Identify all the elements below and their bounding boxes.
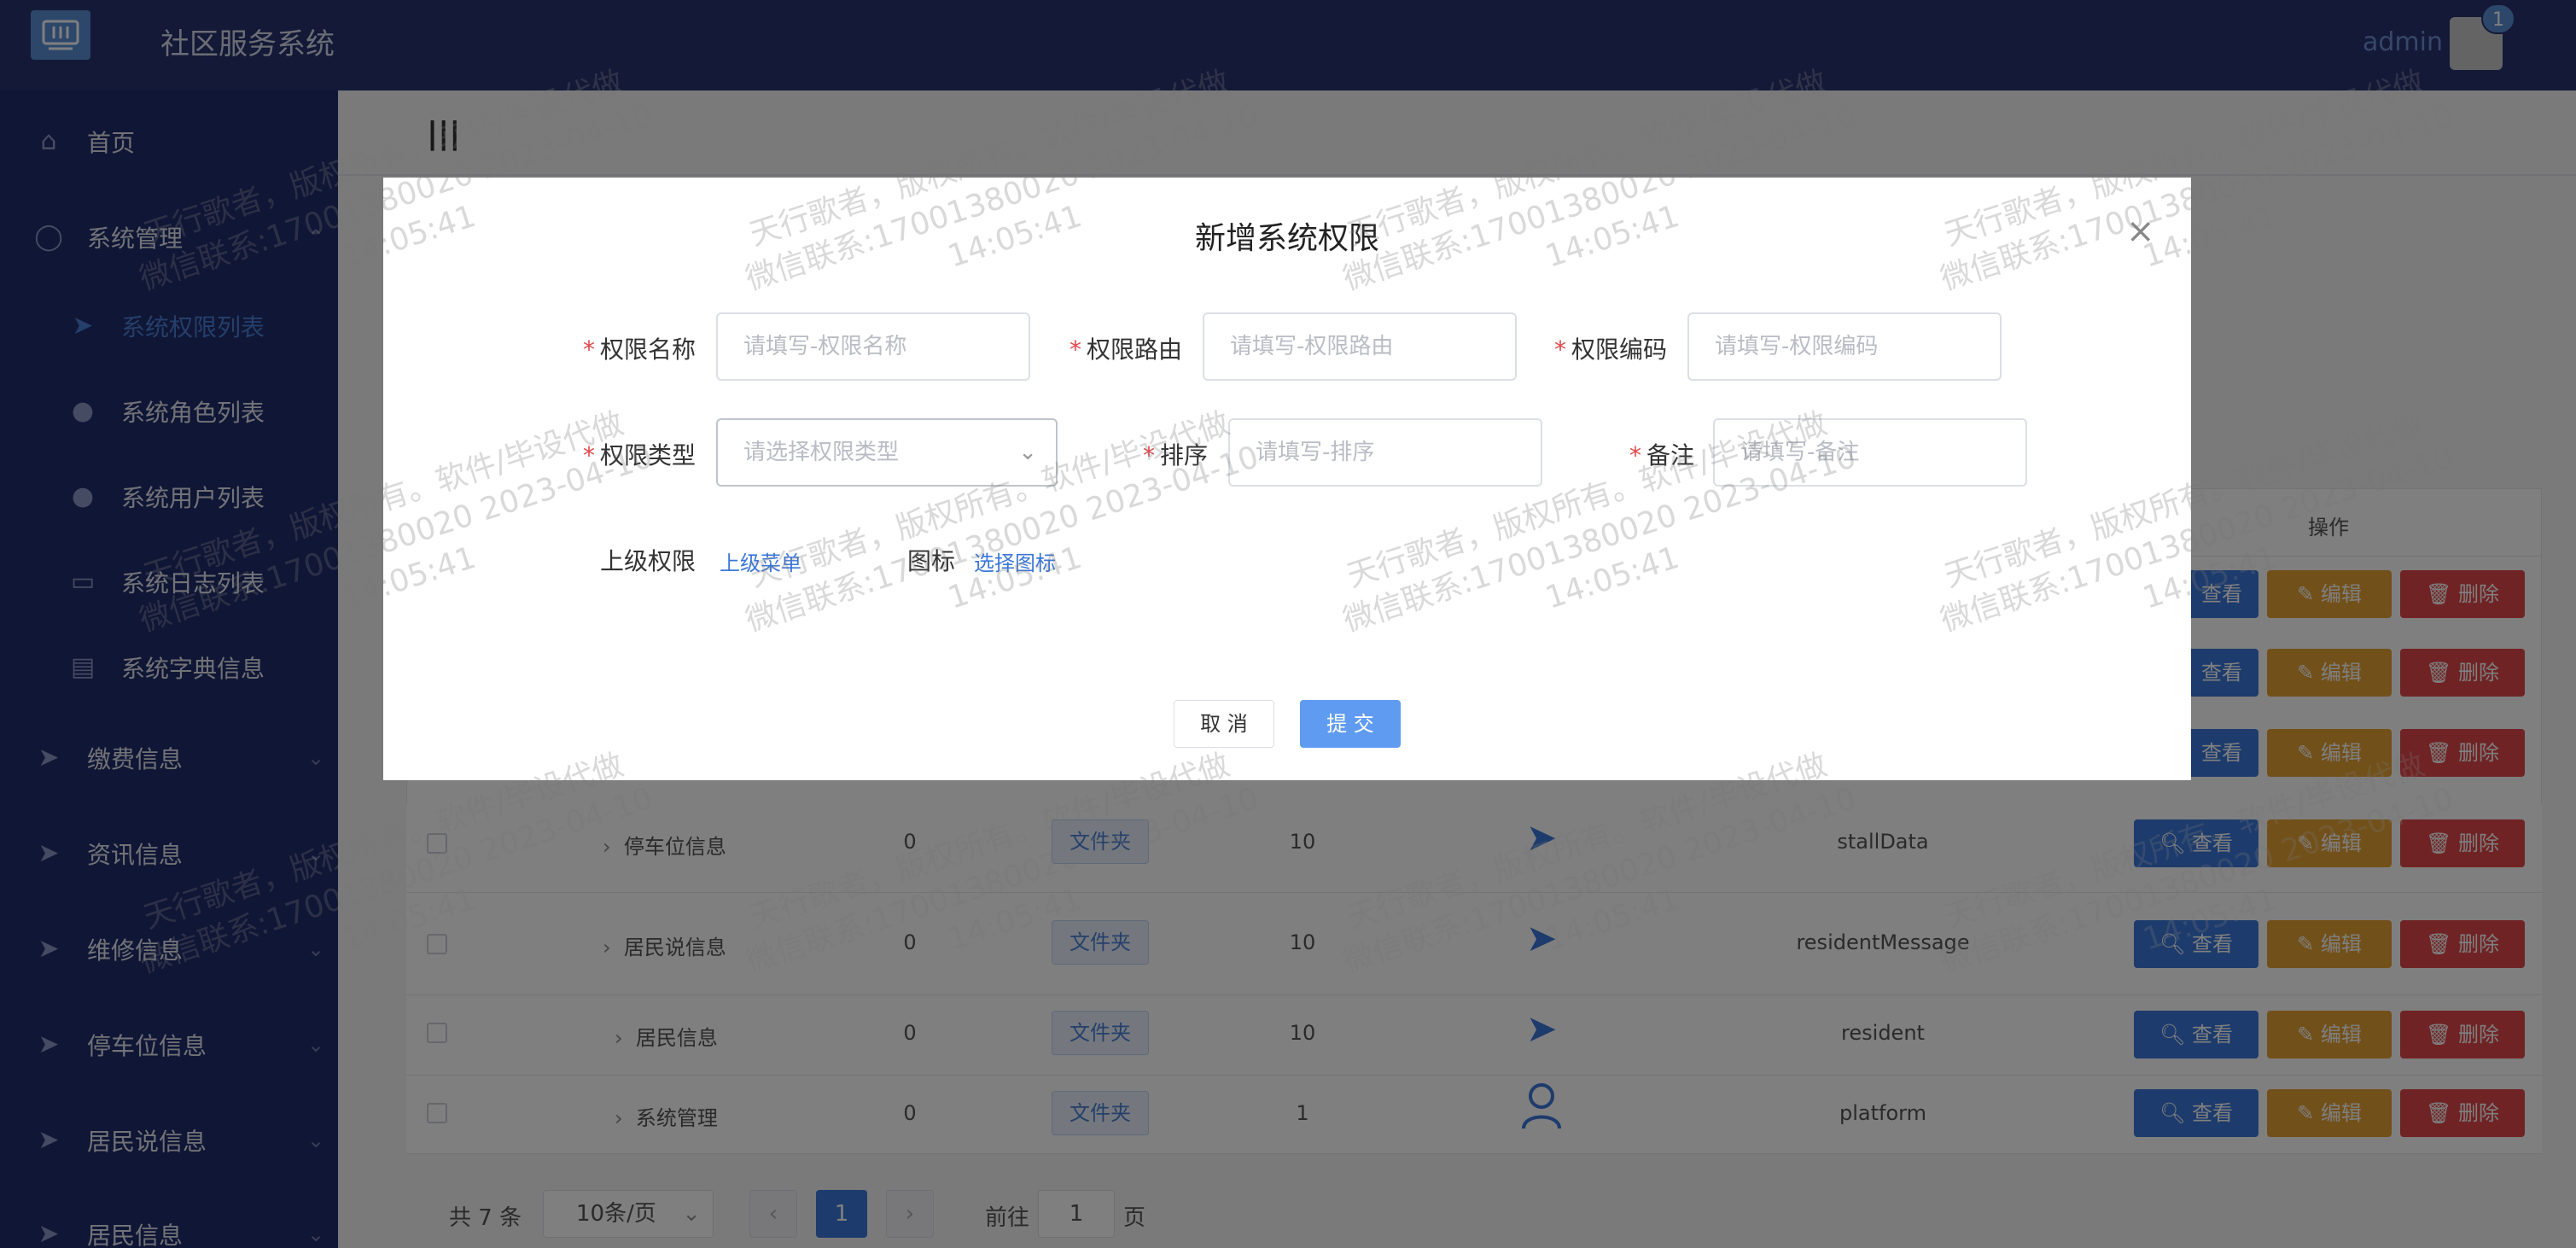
icon-label: 图标: [906, 547, 955, 575]
select-icon-link[interactable]: 选择图标: [974, 546, 1056, 576]
sort-input[interactable]: 请填写-排序: [1228, 418, 1542, 487]
sort-label: * 排序: [1142, 441, 1208, 469]
dialog-title: 新增系统权限: [1194, 221, 1379, 256]
chevron-down-icon: ⌄: [1018, 440, 1037, 465]
cancel-button[interactable]: 取 消: [1174, 700, 1274, 748]
permission-route-input[interactable]: 请填写-权限路由: [1203, 312, 1517, 381]
permission-route-label: * 权限路由: [1069, 335, 1182, 364]
parent-menu-link[interactable]: 上级菜单: [720, 546, 801, 576]
remark-input[interactable]: 请填写-备注: [1713, 418, 2027, 487]
add-permission-dialog: 新增系统权限 × * 权限名称 请填写-权限名称 * 权限路由 请填写-权限路由 *…: [383, 178, 2191, 780]
permission-name-input[interactable]: 请填写-权限名称: [716, 312, 1030, 381]
permission-name-label: * 权限名称: [582, 335, 696, 364]
submit-button[interactable]: 提 交: [1300, 700, 1401, 748]
parent-permission-label: 上级权限: [599, 547, 696, 575]
permission-type-select[interactable]: 请选择权限类型 ⌄: [716, 418, 1058, 487]
permission-type-label: * 权限类型: [582, 441, 696, 469]
permission-code-label: * 权限编码: [1553, 335, 1667, 364]
permission-code-input[interactable]: 请填写-权限编码: [1687, 312, 2002, 381]
remark-label: * 备注: [1629, 441, 1694, 469]
close-icon[interactable]: ×: [2126, 212, 2155, 251]
